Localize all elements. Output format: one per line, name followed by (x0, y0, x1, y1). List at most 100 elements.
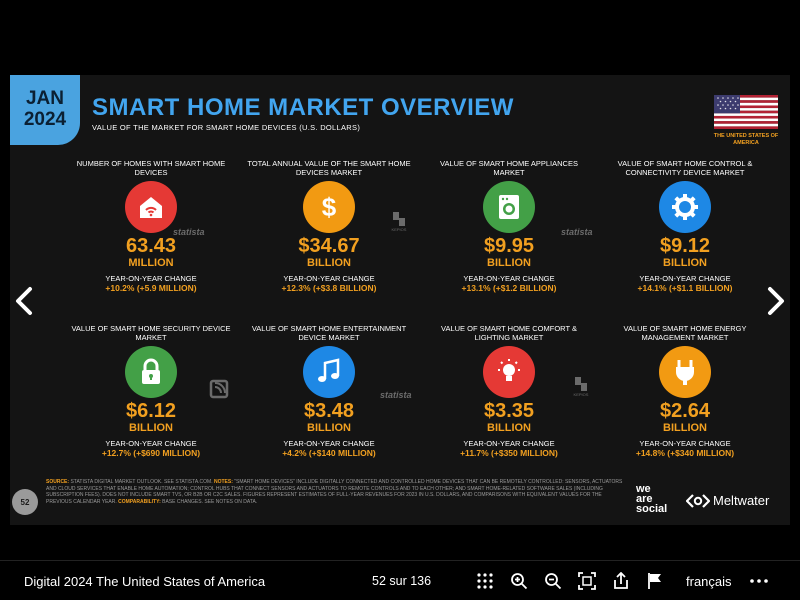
statista-watermark: statista (380, 390, 412, 400)
metric-card: VALUE OF SMART HOME ENERGY MANAGEMENT MA… (600, 322, 770, 459)
fullscreen-button[interactable] (576, 570, 598, 592)
metric-value: $3.35 (483, 400, 535, 422)
document-title: Digital 2024 The United States of Americ… (24, 574, 266, 589)
kepios-label: KEPIOS (573, 392, 589, 397)
source-label: SOURCE: (46, 479, 70, 485)
metric-icon-circle (483, 181, 535, 233)
flag-icon (648, 573, 661, 589)
washing-machine-icon (499, 195, 519, 219)
metric-label: VALUE OF SMART HOME ENERGY MANAGEMENT MA… (623, 324, 747, 342)
chevron-right-icon (768, 287, 784, 315)
date-badge-year: 2024 (23, 109, 67, 130)
metric-unit: BILLION (663, 422, 707, 434)
date-badge-month: JAN (25, 88, 64, 109)
metric-label: VALUE OF SMART HOME APPLIANCES MARKET (440, 159, 578, 177)
slide: JAN 2024 SMART HOME MARKET OVERVIEW VALU… (10, 75, 790, 525)
metric-label: TOTAL ANNUAL VALUE OF THE SMART HOME DEV… (247, 159, 411, 177)
flag-stripe (714, 113, 778, 116)
metric-value: 63.43 (125, 235, 177, 257)
metric-change: +12.7% (+$690 MILLION) (101, 448, 201, 458)
datareportal-logo-icon (209, 379, 229, 399)
notes-label: NOTES: (214, 479, 233, 485)
metric-value: $9.95 (483, 235, 535, 257)
grid-view-button[interactable] (474, 570, 496, 592)
zoom-in-button[interactable] (508, 570, 530, 592)
previous-slide-button[interactable] (12, 285, 36, 317)
gear-icon (672, 194, 698, 220)
next-slide-button[interactable] (764, 285, 788, 317)
metric-value: $3.48 (303, 400, 355, 422)
share-icon (614, 572, 628, 589)
more-options-button[interactable] (748, 570, 770, 592)
metric-change: +4.2% (+$140 MILLION) (282, 448, 376, 458)
metric-icon-circle (303, 346, 355, 398)
metric-icon-circle (659, 181, 711, 233)
metric-unit: BILLION (487, 422, 531, 434)
kepios-label: KEPIOS (391, 227, 407, 232)
metric-card: VALUE OF SMART HOME CONTROL & CONNECTIVI… (600, 157, 770, 294)
metric-card: VALUE OF SMART HOME APPLIANCES MARKET $9.… (424, 157, 594, 294)
share-button[interactable] (610, 570, 632, 592)
metric-card: VALUE OF SMART HOME COMFORT & LIGHTING M… (424, 322, 594, 459)
metric-change: +14.1% (+$1.1 BILLION) (637, 283, 733, 293)
slide-page-number: 52 (12, 489, 38, 515)
report-button[interactable] (644, 570, 666, 592)
metric-unit: BILLION (129, 422, 173, 434)
page-indicator: 52 sur 136 (372, 574, 432, 588)
zoom-out-button[interactable] (542, 570, 564, 592)
kepios-watermark: KEPIOS (391, 211, 407, 233)
flag-stripe (714, 126, 778, 129)
comparability-label: COMPARABILITY: (118, 498, 161, 505)
metric-change-label: YEAR-ON-YEAR CHANGE (105, 274, 197, 283)
chevron-left-icon (16, 287, 32, 315)
presentation-viewer: JAN 2024 SMART HOME MARKET OVERVIEW VALU… (0, 0, 800, 600)
metric-value: $6.12 (125, 400, 177, 422)
metric-value: $9.12 (659, 235, 711, 257)
dollar-icon: $ (322, 192, 337, 222)
kepios-watermark: KEPIOS (573, 376, 589, 398)
metric-label: VALUE OF SMART HOME ENTERTAINMENT DEVICE… (251, 324, 407, 342)
lightbulb-icon (498, 359, 520, 381)
metric-change: +13.1% (+$1.2 BILLION) (461, 283, 557, 293)
metric-icon-circle (659, 346, 711, 398)
flag-stripe (714, 121, 778, 124)
svg-text:$: $ (322, 192, 337, 222)
we-are-social-logo: we are social (636, 484, 667, 515)
metric-label: NUMBER OF HOMES WITH SMART HOME DEVICES (76, 159, 226, 177)
metric-unit: BILLION (487, 257, 531, 269)
music-note-icon (318, 358, 340, 382)
metric-change-label: YEAR-ON-YEAR CHANGE (463, 439, 555, 448)
metric-icon-circle (125, 181, 177, 233)
metric-card: NUMBER OF HOMES WITH SMART HOME DEVICES 6… (66, 157, 236, 294)
energy-plug-icon (676, 360, 694, 385)
language-selector[interactable]: français (686, 574, 732, 589)
lock-icon (142, 358, 160, 384)
metric-unit: BILLION (663, 257, 707, 269)
slide-subtitle: VALUE OF THE MARKET FOR SMART HOME DEVIC… (92, 123, 361, 132)
meltwater-mark-icon (686, 493, 710, 508)
metric-change-label: YEAR-ON-YEAR CHANGE (639, 274, 731, 283)
meltwater-label: Meltwater (713, 493, 770, 508)
metric-label: VALUE OF SMART HOME CONTROL & CONNECTIVI… (617, 159, 753, 177)
source-text: STATISTA DIGITAL MARKET OUTLOOK. SEE STA… (70, 479, 213, 485)
metric-change-label: YEAR-ON-YEAR CHANGE (283, 274, 375, 283)
metric-change-label: YEAR-ON-YEAR CHANGE (283, 439, 375, 448)
kepios-logo-icon (393, 212, 405, 226)
fullscreen-icon (578, 572, 596, 590)
country-label: THE UNITED STATES OF AMERICA (713, 133, 779, 146)
viewer-toolbar: Digital 2024 The United States of Americ… (0, 560, 800, 600)
wifi-home-icon (140, 197, 162, 218)
kepios-logo-icon (575, 377, 587, 391)
metric-unit: BILLION (307, 257, 351, 269)
metric-card: TOTAL ANNUAL VALUE OF THE SMART HOME DEV… (244, 157, 414, 294)
metric-unit: MILLION (128, 257, 174, 269)
metric-change-label: YEAR-ON-YEAR CHANGE (639, 439, 731, 448)
metric-unit: BILLION (307, 422, 351, 434)
more-dots-icon (750, 579, 768, 583)
metric-change-label: YEAR-ON-YEAR CHANGE (463, 274, 555, 283)
flag-stripe (714, 118, 778, 122)
metric-change-label: YEAR-ON-YEAR CHANGE (105, 439, 197, 448)
us-flag-icon (714, 95, 778, 129)
metric-change: +10.2% (+5.9 MILLION) (105, 283, 197, 293)
date-badge: JAN 2024 (10, 75, 80, 145)
